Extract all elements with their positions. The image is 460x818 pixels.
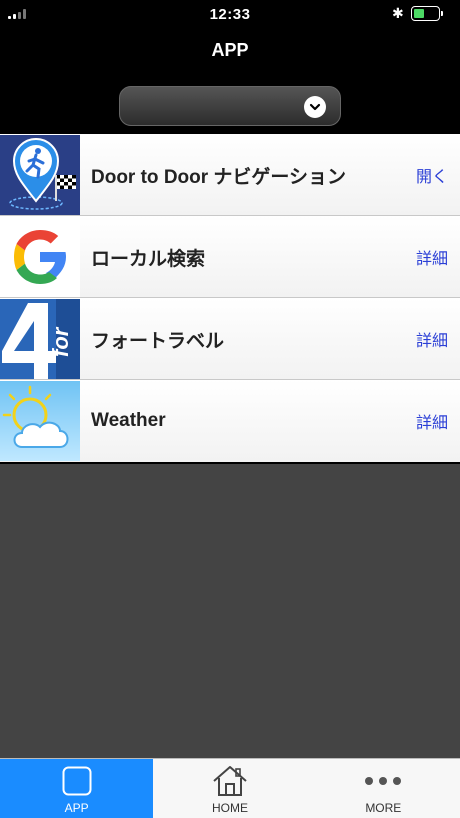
app-name: Door to Door ナビゲーション bbox=[91, 166, 347, 188]
bluetooth-icon: ✱ bbox=[392, 5, 404, 21]
details-button[interactable]: 詳細 bbox=[416, 298, 448, 380]
weather-sun-cloud-icon bbox=[0, 381, 80, 461]
tab-label: APP bbox=[64, 801, 89, 815]
app-name: Weather bbox=[91, 410, 166, 431]
tab-bar: APP HOME MORE bbox=[0, 758, 460, 818]
tab-home[interactable]: HOME bbox=[153, 759, 306, 818]
list-item[interactable]: ローカル検索 詳細 bbox=[0, 216, 460, 298]
list-item[interactable]: Door to Door ナビゲーション 開く bbox=[0, 134, 460, 216]
more-dots-icon bbox=[363, 765, 403, 797]
signal-icon bbox=[8, 9, 26, 19]
page-title: APP bbox=[211, 40, 249, 60]
tab-label: MORE bbox=[365, 801, 402, 815]
app-list: Door to Door ナビゲーション 開く ローカル検索 詳細 for フォ… bbox=[0, 134, 460, 462]
details-button[interactable]: 詳細 bbox=[416, 380, 448, 462]
app-name: フォートラベル bbox=[91, 330, 225, 352]
open-button[interactable]: 開く bbox=[416, 134, 448, 216]
tab-more[interactable]: MORE bbox=[307, 759, 460, 818]
empty-area bbox=[0, 464, 460, 758]
status-time: 12:33 bbox=[209, 5, 251, 23]
home-icon bbox=[212, 765, 248, 797]
tab-app[interactable]: APP bbox=[0, 759, 154, 818]
chevron-down-icon bbox=[304, 96, 326, 118]
battery-icon bbox=[411, 6, 443, 21]
google-g-icon bbox=[0, 216, 80, 297]
status-bar: 12:33 ✱ bbox=[0, 0, 460, 28]
svg-text:for: for bbox=[48, 326, 73, 357]
category-dropdown[interactable] bbox=[119, 86, 341, 126]
list-item[interactable]: Weather 詳細 bbox=[0, 380, 460, 462]
list-item[interactable]: for フォートラベル 詳細 bbox=[0, 298, 460, 380]
4travel-icon: for bbox=[0, 298, 80, 379]
tab-label: HOME bbox=[211, 801, 248, 815]
app-square-icon bbox=[62, 765, 92, 797]
details-button[interactable]: 詳細 bbox=[416, 216, 448, 298]
app-name: ローカル検索 bbox=[91, 248, 206, 270]
walking-navigation-icon bbox=[0, 134, 80, 215]
